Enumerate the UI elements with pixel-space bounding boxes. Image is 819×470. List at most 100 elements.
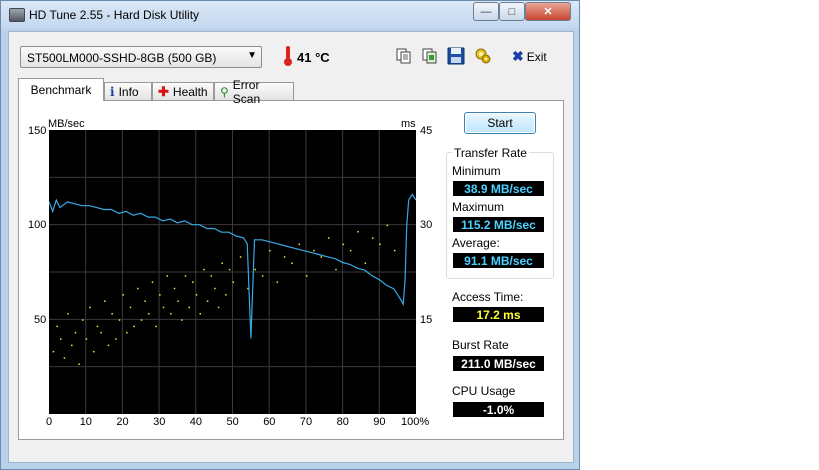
- access-time-point: [162, 306, 165, 309]
- access-time-point: [118, 319, 121, 321]
- info-icon: i: [110, 84, 115, 99]
- benchmark-chart: [49, 130, 416, 414]
- app-icon: [9, 8, 25, 22]
- access-time-point: [225, 294, 227, 296]
- benchmark-chart-svg: [49, 130, 416, 414]
- drive-select[interactable]: ST500LM000-SSHD-8GB (500 GB) ▼: [20, 46, 262, 68]
- access-time-point: [298, 243, 301, 246]
- access-time-point: [276, 281, 279, 283]
- transfer-rate-title: Transfer Rate: [452, 146, 529, 160]
- options-icon[interactable]: [474, 47, 492, 65]
- access-time-point: [239, 256, 242, 258]
- tab-info-label: Info: [118, 84, 139, 99]
- access-time-point: [371, 237, 374, 239]
- x-tick-label: 0: [46, 416, 53, 428]
- x-tick-label: 20: [116, 416, 129, 428]
- access-time-point: [206, 300, 209, 302]
- access-time-point: [71, 344, 73, 347]
- tab-error-scan[interactable]: ⚲ Error Scan: [214, 78, 294, 106]
- maximum-label: Maximum: [452, 200, 505, 214]
- access-time-point: [100, 331, 102, 334]
- access-time-point: [115, 338, 117, 340]
- drive-select-value: ST500LM000-SSHD-8GB (500 GB): [27, 51, 217, 65]
- access-time-point: [173, 287, 176, 290]
- access-time-point: [148, 313, 150, 315]
- maximize-button[interactable]: □: [499, 2, 525, 21]
- access-time-point: [269, 249, 271, 252]
- access-time-point: [89, 306, 91, 309]
- access-time-point: [133, 325, 135, 328]
- copy-screenshot-icon[interactable]: [421, 47, 439, 65]
- save-icon[interactable]: [447, 47, 465, 65]
- access-time-point: [126, 331, 128, 334]
- y-right-tick: 45: [420, 125, 433, 137]
- access-time-point: [96, 325, 99, 328]
- access-time-point: [104, 300, 106, 302]
- access-time-point: [228, 268, 231, 271]
- access-time-point: [151, 281, 154, 283]
- access-time-point: [342, 243, 345, 246]
- access-time-label: Access Time:: [452, 290, 524, 304]
- thermometer-icon: [284, 46, 292, 66]
- access-time-point: [203, 268, 205, 271]
- access-time-point: [137, 287, 139, 290]
- tab-info[interactable]: i Info: [104, 82, 152, 100]
- tab-benchmark[interactable]: Benchmark: [18, 78, 104, 101]
- access-time-point: [320, 256, 323, 258]
- access-time-point: [166, 275, 168, 277]
- title-bar[interactable]: HD Tune 2.55 - Hard Disk Utility — □ ✕: [1, 1, 579, 29]
- magnifier-icon: ⚲: [220, 84, 229, 99]
- tab-benchmark-label: Benchmark: [30, 83, 92, 97]
- access-time-point: [327, 237, 330, 239]
- access-time-point: [129, 306, 132, 309]
- access-time-point: [254, 268, 257, 271]
- start-button[interactable]: Start: [464, 112, 536, 134]
- access-time-point: [364, 262, 367, 265]
- y-right-tick: 30: [420, 219, 433, 231]
- access-time-point: [170, 313, 172, 315]
- access-time-point: [386, 224, 389, 227]
- y-left-axis-label: MB/sec: [48, 118, 85, 130]
- access-time-point: [52, 350, 55, 353]
- access-time-point: [159, 294, 161, 296]
- copy-text-icon[interactable]: [395, 47, 413, 65]
- access-time-point: [63, 357, 66, 359]
- access-time-point: [232, 281, 234, 283]
- access-time-point: [93, 350, 95, 353]
- access-time-point: [291, 262, 293, 265]
- minimize-button[interactable]: —: [473, 2, 499, 21]
- exit-label: Exit: [526, 49, 547, 64]
- average-label: Average:: [452, 236, 500, 250]
- access-time-point: [214, 287, 216, 290]
- access-time-point: [140, 319, 143, 321]
- access-time-point: [74, 331, 77, 334]
- x-tick-label: 30: [153, 416, 166, 428]
- average-value: 91.1 MB/sec: [453, 253, 544, 268]
- access-time-point: [122, 294, 124, 296]
- access-time-point: [379, 243, 381, 246]
- exit-button[interactable]: ✖ Exit: [512, 48, 547, 65]
- temperature-readout: 41 °C: [297, 50, 330, 65]
- maximum-value: 115.2 MB/sec: [453, 217, 544, 232]
- access-time-point: [56, 325, 58, 328]
- access-time-point: [349, 249, 352, 252]
- window-title: HD Tune 2.55 - Hard Disk Utility: [29, 8, 200, 22]
- tab-health-label: Health: [172, 84, 208, 99]
- cpu-usage-label: CPU Usage: [452, 384, 516, 398]
- access-time-point: [192, 281, 194, 283]
- tab-health[interactable]: ✚ Health: [152, 82, 214, 100]
- access-time-point: [261, 275, 264, 277]
- access-time-point: [177, 300, 179, 302]
- close-button[interactable]: ✕: [525, 2, 571, 21]
- access-time-point: [181, 319, 183, 321]
- x-tick-label: 70: [299, 416, 313, 428]
- access-time-point: [82, 319, 84, 321]
- x-tick-label: 10: [79, 416, 92, 428]
- access-time-point: [357, 230, 359, 233]
- access-time-point: [313, 249, 315, 252]
- minimum-value: 38.9 MB/sec: [453, 181, 544, 196]
- access-time-point: [111, 313, 113, 315]
- x-tick-label: 40: [189, 416, 203, 428]
- minimum-label: Minimum: [452, 164, 501, 178]
- access-time-point: [78, 363, 80, 366]
